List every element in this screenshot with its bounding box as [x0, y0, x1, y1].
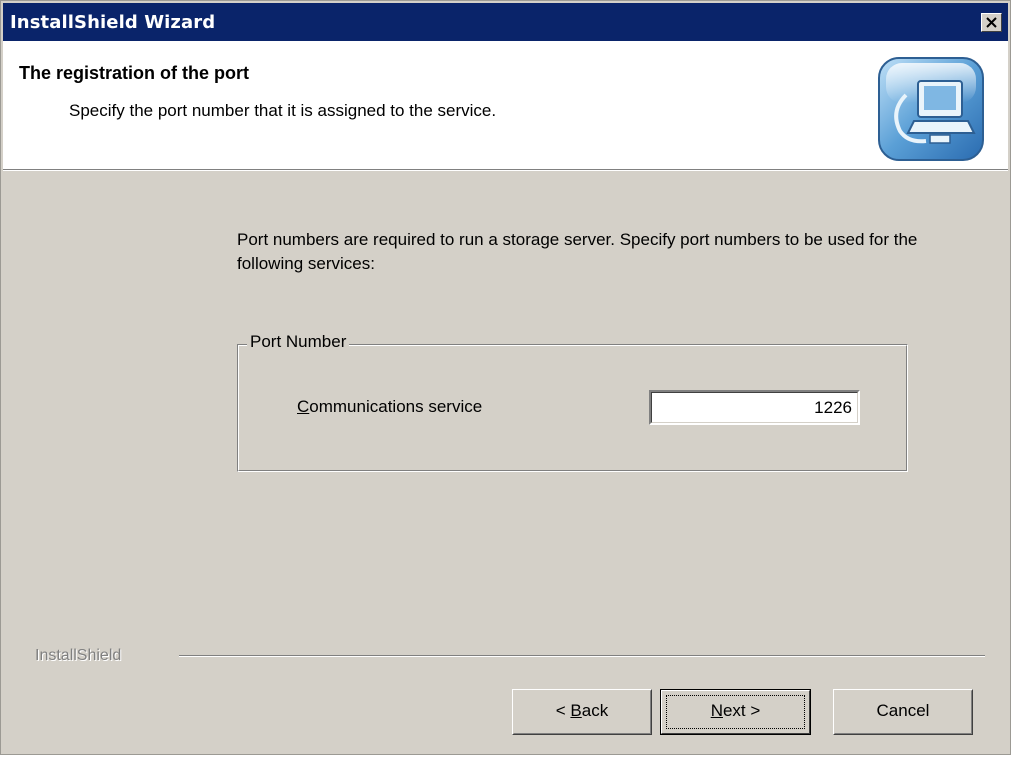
footer-separator: [179, 655, 985, 657]
communications-service-label: Communications service: [297, 397, 483, 416]
window-title: InstallShield Wizard: [10, 12, 216, 33]
back-button[interactable]: < Back: [512, 689, 652, 735]
back-button-label: < Back: [555, 701, 609, 720]
instructions-text: Port numbers are required to run a stora…: [237, 230, 918, 273]
page-title: The registration of the port: [19, 63, 250, 83]
installshield-brand: InstallShield: [35, 647, 122, 664]
port-number-group-label: Port Number: [247, 332, 350, 352]
cancel-button[interactable]: Cancel: [833, 689, 973, 735]
communications-service-port-input[interactable]: 1226: [649, 390, 860, 425]
installshield-wizard-dialog: InstallShield Wizard The registration of…: [0, 0, 1011, 755]
cancel-button-label: Cancel: [876, 701, 930, 720]
title-bar[interactable]: InstallShield Wizard: [3, 3, 1008, 41]
close-button[interactable]: [981, 13, 1002, 32]
computer-setup-icon: [878, 57, 984, 161]
port-value: 1226: [814, 398, 852, 417]
header-separator: [3, 169, 1008, 171]
close-icon: [986, 17, 997, 28]
next-button[interactable]: Next >: [660, 689, 811, 735]
wizard-header: The registration of the port Specify the…: [3, 41, 1008, 169]
page-subtitle: Specify the port number that it is assig…: [69, 101, 497, 120]
next-button-label: Next >: [710, 701, 761, 720]
